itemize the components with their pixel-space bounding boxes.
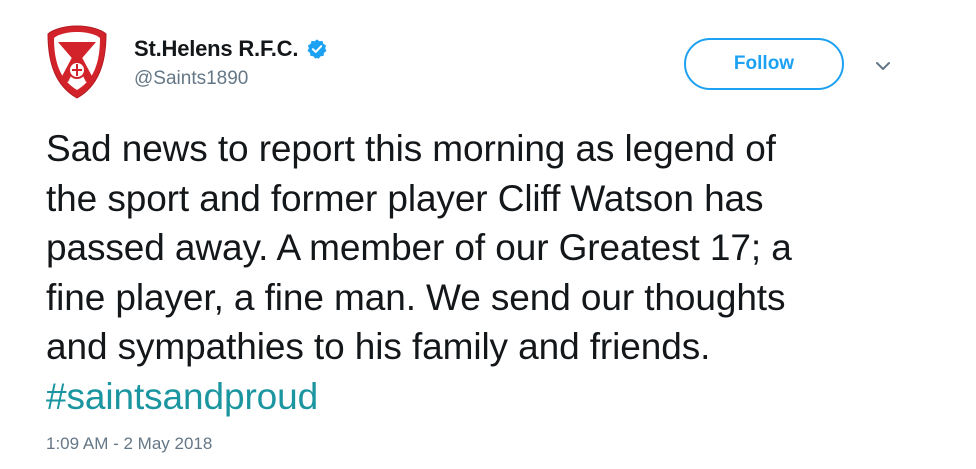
avatar[interactable] — [46, 24, 108, 100]
display-name[interactable]: St.Helens R.F.C. — [134, 36, 298, 62]
name-row: St.Helens R.F.C. — [134, 36, 328, 62]
follow-button[interactable]: Follow — [684, 38, 844, 90]
tweet-text-line: fine player, a fine man. We send our tho… — [46, 276, 786, 318]
tweet-text: Sad news to report this morning as legen… — [46, 124, 946, 421]
club-crest-icon — [47, 25, 107, 99]
account-names: St.Helens R.F.C. @Saints1890 — [134, 36, 328, 90]
hashtag-link[interactable]: #saintsandproud — [46, 372, 946, 422]
tweet-text-line: the sport and former player Cliff Watson… — [46, 177, 764, 219]
tweet-text-line: and sympathies to his family and friends… — [46, 326, 711, 367]
user-handle[interactable]: @Saints1890 — [134, 68, 328, 90]
tweet-text-line: Sad news to report this morning as legen… — [46, 128, 776, 169]
tweet-text-line: passed away. A member of our Greatest 17… — [46, 227, 792, 268]
tweet-card: St.Helens R.F.C. @Saints1890 Follow Sad … — [0, 0, 976, 469]
tweet-timestamp[interactable]: 1:09 AM - 2 May 2018 — [46, 434, 212, 454]
verified-badge-icon — [306, 38, 328, 60]
chevron-down-icon[interactable] — [872, 55, 894, 77]
